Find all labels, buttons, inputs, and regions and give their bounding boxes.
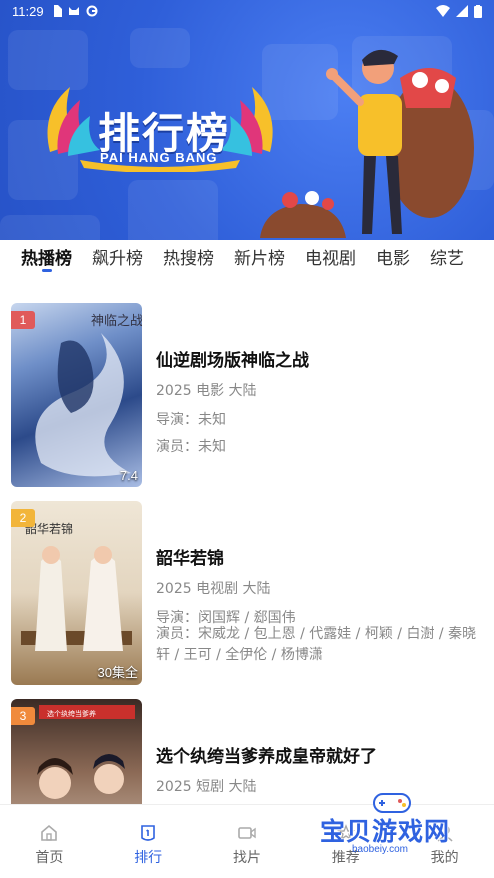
tab-variety[interactable]: 综艺 (430, 240, 464, 274)
rank-badge: 1 (11, 311, 35, 329)
video-icon (238, 827, 256, 839)
home-icon (41, 824, 58, 841)
list-item[interactable]: 韶华若锦 2 30集全 韶华若锦 2025 电视剧 大陆 导演：闵国辉 / 郄国… (0, 488, 494, 685)
item-cast: 演员：宋威龙 / 包上恩 / 代露娃 / 柯颖 / 白澍 / 秦晓轩 / 王可 … (156, 626, 477, 663)
category-tabs: 热播榜 飙升榜 热搜榜 新片榜 电视剧 电影 综艺 (0, 240, 494, 274)
poster-image[interactable]: 神临之战 1 7.4 (11, 303, 142, 487)
ranking-list: 神临之战 1 7.4 仙逆剧场版神临之战 2025 电影 大陆 导演：未知 演员… (0, 290, 494, 804)
nav-find[interactable]: 找片 (198, 805, 297, 878)
item-title[interactable]: 仙逆剧场版神临之战 (156, 346, 309, 371)
item-meta: 2025 电视剧 大陆 (156, 581, 271, 597)
signal-icon (456, 5, 468, 17)
tab-rising[interactable]: 飙升榜 (92, 240, 143, 274)
tab-hot-play[interactable]: 热播榜 (21, 240, 72, 274)
watermark: 宝贝游戏网 baobeiy.com (316, 786, 476, 856)
item-title[interactable]: 选个纨绔当爹养成皇帝就好了 (156, 742, 377, 767)
nav-ranking[interactable]: 排行 (99, 805, 198, 878)
poster-image[interactable]: 选个纨绔当爹养 3 (11, 699, 142, 804)
character-illustration (260, 49, 474, 238)
ranking-banner: 11:29 排行榜 PAI HANG BANG (0, 0, 494, 240)
banner-subtitle: PAI HANG BANG (100, 150, 218, 165)
tab-tv-series[interactable]: 电视剧 (305, 240, 356, 274)
item-cast: 演员：未知 (156, 439, 226, 455)
watermark-text: 宝贝游戏网 (320, 817, 451, 846)
poster-image[interactable]: 韶华若锦 2 30集全 (11, 501, 142, 685)
rank-badge: 2 (11, 509, 35, 527)
list-item[interactable]: 神临之战 1 7.4 仙逆剧场版神临之战 2025 电影 大陆 导演：未知 演员… (0, 290, 494, 487)
google-icon (86, 5, 98, 17)
item-title[interactable]: 韶华若锦 (156, 544, 224, 569)
banner-logo: 排行榜 PAI HANG BANG (40, 82, 280, 172)
nav-home[interactable]: 首页 (0, 805, 99, 878)
ranking-icon (141, 825, 155, 841)
status-bar: 11:29 (0, 0, 494, 22)
poster-text: 选个纨绔当爹养 (47, 709, 96, 718)
tab-new-release[interactable]: 新片榜 (234, 240, 285, 274)
rank-badge: 3 (11, 707, 35, 725)
poster-art-icon: 神临之战 (35, 314, 142, 477)
cat-icon (68, 7, 79, 15)
poster-score: 7.4 (119, 468, 138, 483)
sim-card-icon (53, 5, 62, 17)
battery-icon (474, 4, 482, 18)
tab-movie[interactable]: 电影 (376, 240, 410, 274)
item-meta: 2025 电影 大陆 (156, 383, 257, 399)
item-meta: 2025 短剧 大陆 (156, 779, 257, 795)
poster-episodes: 30集全 (97, 665, 138, 680)
tab-hot-search[interactable]: 热搜榜 (163, 240, 214, 274)
poster-art-icon: 韶华若锦 (21, 521, 132, 651)
item-director: 导演：未知 (156, 412, 226, 428)
poster-text: 神临之战 (91, 314, 142, 329)
wifi-icon (436, 5, 450, 17)
watermark-url: baobeiy.com (352, 844, 408, 855)
status-time: 11:29 (12, 3, 44, 19)
